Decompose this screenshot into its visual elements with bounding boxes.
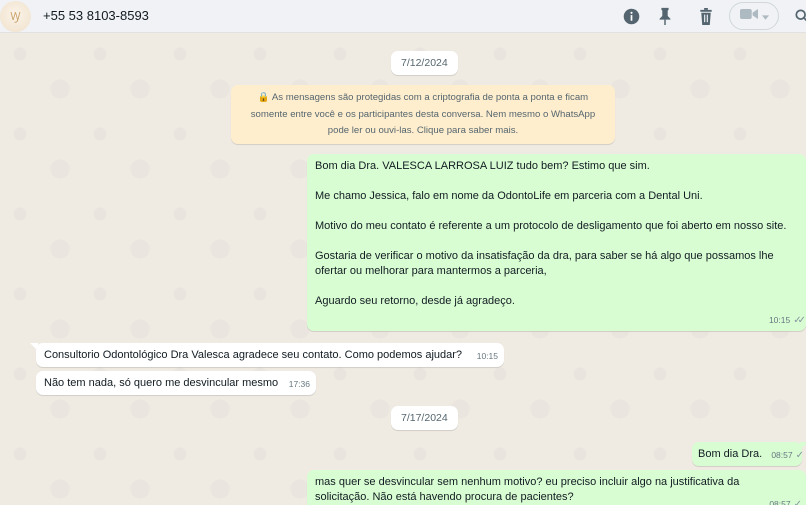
video-call-icon — [739, 7, 758, 25]
video-call-button[interactable] — [729, 2, 779, 30]
message-meta: 08:57 ✓ — [769, 497, 802, 505]
sent-tick-icon: ✓ — [793, 499, 802, 505]
encryption-notice[interactable]: 🔒 As mensagens são protegidas com a crip… — [231, 85, 615, 144]
date-separator: 7/17/2024 — [391, 406, 458, 430]
message-text: Gostaria de verificar o motivo da insati… — [315, 250, 774, 277]
message-meta: 17:36 — [289, 377, 310, 392]
sent-tick-icon: ✓ — [795, 450, 804, 461]
chat-header: Ꝡ +55 53 8103-8593 — [0, 0, 806, 33]
message-incoming[interactable]: Consultorio Odontológico Dra Valesca agr… — [30, 343, 504, 367]
message-time: 17:36 — [288, 379, 310, 389]
message-text: Aguardo seu retorno, desde já agradeço. — [315, 295, 515, 307]
message-text: Motivo do meu contato é referente a um p… — [315, 220, 787, 232]
message-time: 08:57 — [769, 499, 791, 505]
pin-icon[interactable] — [656, 7, 674, 25]
delete-icon[interactable] — [697, 7, 715, 25]
message-time: 08:57 — [771, 450, 793, 460]
message-meta: 08:57 ✓ — [771, 448, 804, 463]
message-text: Me chamo Jessica, falo em nome da Odonto… — [315, 190, 703, 202]
message-meta: 10:15 — [477, 349, 498, 364]
message-outgoing[interactable]: mas quer se desvincular sem nenhum motiv… — [307, 470, 806, 505]
date-separator: 7/12/2024 — [391, 51, 458, 75]
chevron-down-icon — [761, 7, 769, 25]
avatar-logo: Ꝡ — [10, 10, 21, 23]
message-time: 10:15 — [476, 351, 498, 361]
message-meta: 10:15 ✓✓ — [768, 313, 806, 328]
avatar[interactable]: Ꝡ — [0, 1, 31, 32]
message-text: Consultorio Odontológico Dra Valesca agr… — [44, 349, 463, 361]
message-outgoing[interactable]: Bom dia Dra. 08:57 ✓ — [692, 442, 806, 466]
contact-name[interactable]: +55 53 8103-8593 — [43, 8, 149, 23]
search-icon[interactable] — [793, 7, 806, 25]
bubble-tail — [30, 343, 38, 351]
read-ticks-icon: ✓✓ — [793, 315, 806, 326]
message-text: Não tem nada, só quero me desvincular me… — [44, 377, 279, 389]
chat-panel[interactable]: 7/12/2024 🔒 As mensagens são protegidas … — [0, 34, 806, 505]
message-outgoing[interactable]: Bom dia Dra. VALESCA LARROSA LUIZ tudo b… — [307, 154, 806, 331]
message-text: Bom dia Dra. VALESCA LARROSA LUIZ tudo b… — [315, 160, 650, 172]
message-time: 10:15 — [768, 315, 791, 325]
message-text: mas quer se desvincular sem nenhum motiv… — [315, 476, 740, 503]
message-incoming[interactable]: Não tem nada, só quero me desvincular me… — [36, 371, 316, 395]
info-icon[interactable] — [622, 7, 640, 25]
